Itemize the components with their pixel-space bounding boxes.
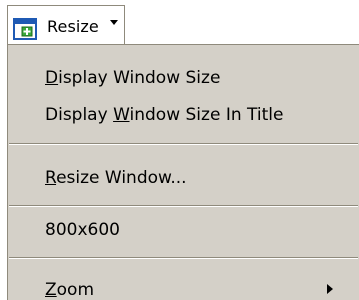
menu-item-display-window-size-in-title[interactable]: Display Window Size In Title — [8, 98, 359, 132]
resize-button-label: Resize — [47, 17, 99, 36]
menu-item-label: Resize Window... — [45, 168, 187, 188]
menu-separator — [9, 143, 358, 145]
window-resize-icon — [13, 18, 37, 40]
menu-item-label: Zoom — [45, 280, 95, 300]
menu-item-label: Display Window Size — [45, 68, 221, 88]
resize-dropdown-menu: Display Window Size Display Window Size … — [7, 44, 359, 300]
menu-item-zoom[interactable]: Zoom — [8, 273, 359, 300]
menu-separator — [9, 257, 358, 259]
menu-item-800x600[interactable]: 800x600 — [8, 213, 359, 247]
dropdown-caret-icon — [110, 20, 118, 25]
menu-item-resize-window[interactable]: Resize Window... — [8, 161, 359, 195]
resize-button[interactable]: Resize — [7, 5, 125, 45]
menu-item-label: Display Window Size In Title — [45, 105, 284, 125]
menu-item-label: 800x600 — [45, 220, 120, 240]
resize-menu-screenshot: Resize Display Window Size Display Windo… — [0, 0, 359, 300]
menu-separator — [9, 205, 358, 207]
menu-item-display-window-size[interactable]: Display Window Size — [8, 61, 359, 95]
submenu-arrow-icon — [327, 284, 333, 294]
